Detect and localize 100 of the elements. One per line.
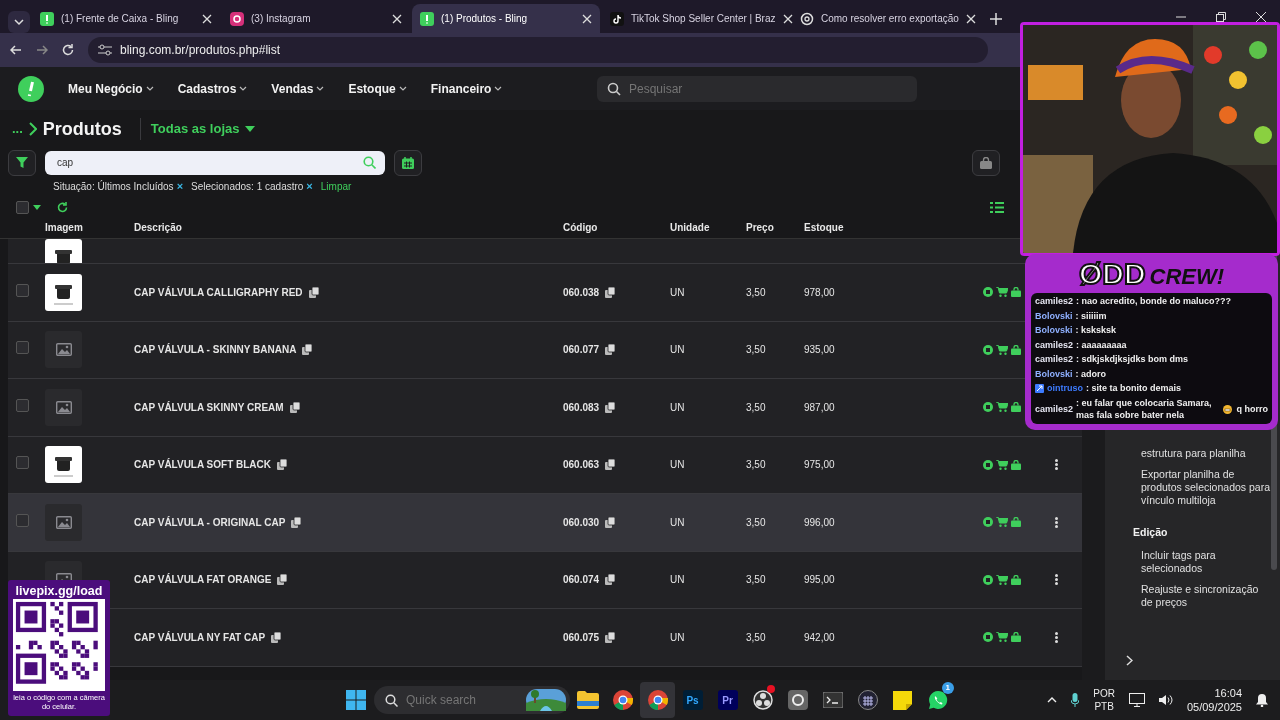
copy-icon[interactable] bbox=[271, 631, 282, 643]
close-icon[interactable] bbox=[1256, 11, 1266, 22]
menu-item[interactable]: Reajuste e sincronização de preços bbox=[1141, 582, 1272, 609]
speaker-icon[interactable] bbox=[1158, 694, 1173, 706]
close-icon[interactable] bbox=[965, 13, 976, 24]
cart-icon[interactable] bbox=[996, 574, 1008, 585]
search-field[interactable]: cap bbox=[45, 150, 385, 175]
clock-time[interactable]: 16:04 bbox=[1214, 686, 1242, 700]
keypad-icon[interactable] bbox=[857, 690, 878, 710]
copy-icon[interactable] bbox=[605, 631, 616, 643]
copy-icon[interactable] bbox=[308, 286, 319, 298]
row-checkbox[interactable] bbox=[16, 513, 29, 527]
copy-icon[interactable] bbox=[605, 459, 616, 471]
row-checkbox[interactable] bbox=[16, 341, 29, 355]
nav-menu[interactable]: Meu Negócio bbox=[68, 79, 154, 98]
bag-icon[interactable] bbox=[1011, 344, 1021, 355]
bell-icon[interactable] bbox=[1256, 693, 1268, 707]
cube-icon[interactable] bbox=[983, 517, 993, 528]
kebab-menu-icon[interactable] bbox=[1055, 516, 1058, 528]
cart-icon[interactable] bbox=[996, 344, 1008, 355]
chrome-icon[interactable] bbox=[612, 690, 633, 710]
copy-icon[interactable] bbox=[291, 516, 302, 528]
row-checkbox[interactable] bbox=[16, 456, 29, 470]
nav-menu[interactable]: Financeiro bbox=[430, 79, 503, 98]
browser-tab[interactable]: (1) Frente de Caixa - Bling bbox=[32, 4, 220, 33]
photoshop-icon[interactable]: Ps bbox=[682, 690, 703, 710]
kebab-menu-icon[interactable] bbox=[1055, 631, 1058, 643]
copy-icon[interactable] bbox=[289, 401, 300, 413]
search-field[interactable]: Pesquisar bbox=[597, 75, 917, 102]
calendar-button[interactable] bbox=[394, 149, 422, 176]
forward-icon[interactable] bbox=[36, 44, 48, 56]
remove-filter-button[interactable]: × bbox=[176, 178, 184, 195]
remove-filter-button[interactable]: × bbox=[306, 178, 313, 195]
bag-icon[interactable] bbox=[1011, 402, 1021, 413]
browser-tab[interactable]: (1) Produtos - Bling bbox=[412, 4, 600, 33]
kebab-menu-icon[interactable] bbox=[1055, 574, 1058, 586]
table-row[interactable]: CAP VÁLVULA SOFT BLACK 060.063 UN 3,50 975,00 bbox=[8, 436, 1082, 494]
chat-bubble-icon[interactable] bbox=[927, 690, 948, 710]
bag-icon[interactable] bbox=[1011, 459, 1021, 470]
plus-icon[interactable] bbox=[990, 13, 1002, 25]
circle-icon[interactable] bbox=[752, 690, 773, 710]
browser-tab[interactable]: Como resolver erro exportação bbox=[792, 4, 980, 33]
caret-icon[interactable] bbox=[33, 204, 41, 210]
copy-icon[interactable] bbox=[277, 459, 288, 471]
clock-date[interactable]: 05/09/2025 bbox=[1186, 700, 1242, 714]
close-icon[interactable] bbox=[782, 13, 793, 24]
cart-icon[interactable] bbox=[996, 632, 1008, 643]
nav-menu[interactable]: Estoque bbox=[348, 79, 407, 98]
cube-icon[interactable] bbox=[983, 287, 993, 298]
copy-icon[interactable] bbox=[605, 401, 616, 413]
chevron-right-icon[interactable] bbox=[1126, 655, 1133, 666]
bag-icon[interactable] bbox=[1011, 517, 1021, 528]
select-all-checkbox[interactable] bbox=[16, 200, 29, 214]
premiere-icon[interactable]: Pr bbox=[717, 690, 738, 710]
language-label[interactable]: POR bbox=[1093, 687, 1115, 700]
dropdown-icon[interactable] bbox=[8, 11, 30, 33]
copy-icon[interactable] bbox=[605, 344, 616, 356]
chrome-icon[interactable] bbox=[647, 690, 668, 710]
folder-icon[interactable] bbox=[576, 691, 599, 709]
menu-item[interactable]: Exportar planilha de produtos selecionados para vínculo multiloja bbox=[1141, 468, 1272, 507]
reload-icon[interactable] bbox=[62, 44, 74, 56]
cube-icon[interactable] bbox=[983, 574, 993, 585]
copy-icon[interactable] bbox=[605, 574, 616, 586]
address-bar[interactable]: bling.com.br/produtos.php#list bbox=[88, 37, 988, 63]
note-icon[interactable] bbox=[893, 690, 912, 710]
menu-item[interactable]: Incluir tags para selecionados bbox=[1141, 548, 1272, 575]
row-checkbox[interactable] bbox=[16, 283, 29, 297]
clear-filters-link[interactable]: Limpar bbox=[320, 179, 352, 194]
cart-icon[interactable] bbox=[996, 287, 1008, 298]
monitor-icon[interactable] bbox=[1128, 693, 1145, 707]
bag-button[interactable] bbox=[972, 149, 1000, 176]
chevron-up-icon[interactable] bbox=[1047, 697, 1058, 703]
nav-menu[interactable]: Vendas bbox=[271, 79, 325, 98]
browser-tab[interactable]: TikTok Shop Seller Center | Braz bbox=[602, 4, 790, 33]
restore-icon[interactable] bbox=[1216, 11, 1226, 22]
language-label[interactable]: PTB bbox=[1094, 700, 1114, 713]
back-icon[interactable] bbox=[10, 44, 22, 56]
close-icon[interactable] bbox=[392, 13, 402, 24]
table-row[interactable]: CAP VÁLVULA - ORIGINAL CAP 060.030 UN 3,50 996,00 bbox=[8, 494, 1082, 552]
microphone-icon[interactable] bbox=[1071, 693, 1080, 707]
cube-icon[interactable] bbox=[983, 402, 993, 413]
cart-icon[interactable] bbox=[996, 402, 1008, 413]
copy-icon[interactable] bbox=[605, 286, 616, 298]
windows-icon[interactable] bbox=[346, 690, 366, 710]
close-icon[interactable] bbox=[582, 13, 592, 24]
cart-icon[interactable] bbox=[996, 517, 1008, 528]
app-icon[interactable] bbox=[787, 690, 808, 710]
row-checkbox[interactable] bbox=[16, 398, 29, 412]
kebab-menu-icon[interactable] bbox=[1055, 459, 1058, 471]
menu-item[interactable]: estrutura para planilha bbox=[1141, 447, 1272, 460]
terminal-icon[interactable] bbox=[822, 692, 843, 708]
refresh-icon[interactable] bbox=[57, 201, 68, 213]
copy-icon[interactable] bbox=[302, 344, 313, 356]
breadcrumb-link[interactable]: ... bbox=[12, 119, 23, 139]
store-dropdown[interactable]: Todas as lojas bbox=[139, 118, 262, 140]
bag-icon[interactable] bbox=[1011, 287, 1021, 298]
cart-icon[interactable] bbox=[996, 459, 1008, 470]
copy-icon[interactable] bbox=[277, 574, 288, 586]
filter-button[interactable] bbox=[8, 149, 36, 176]
nav-menu[interactable]: Cadastros bbox=[177, 79, 248, 98]
